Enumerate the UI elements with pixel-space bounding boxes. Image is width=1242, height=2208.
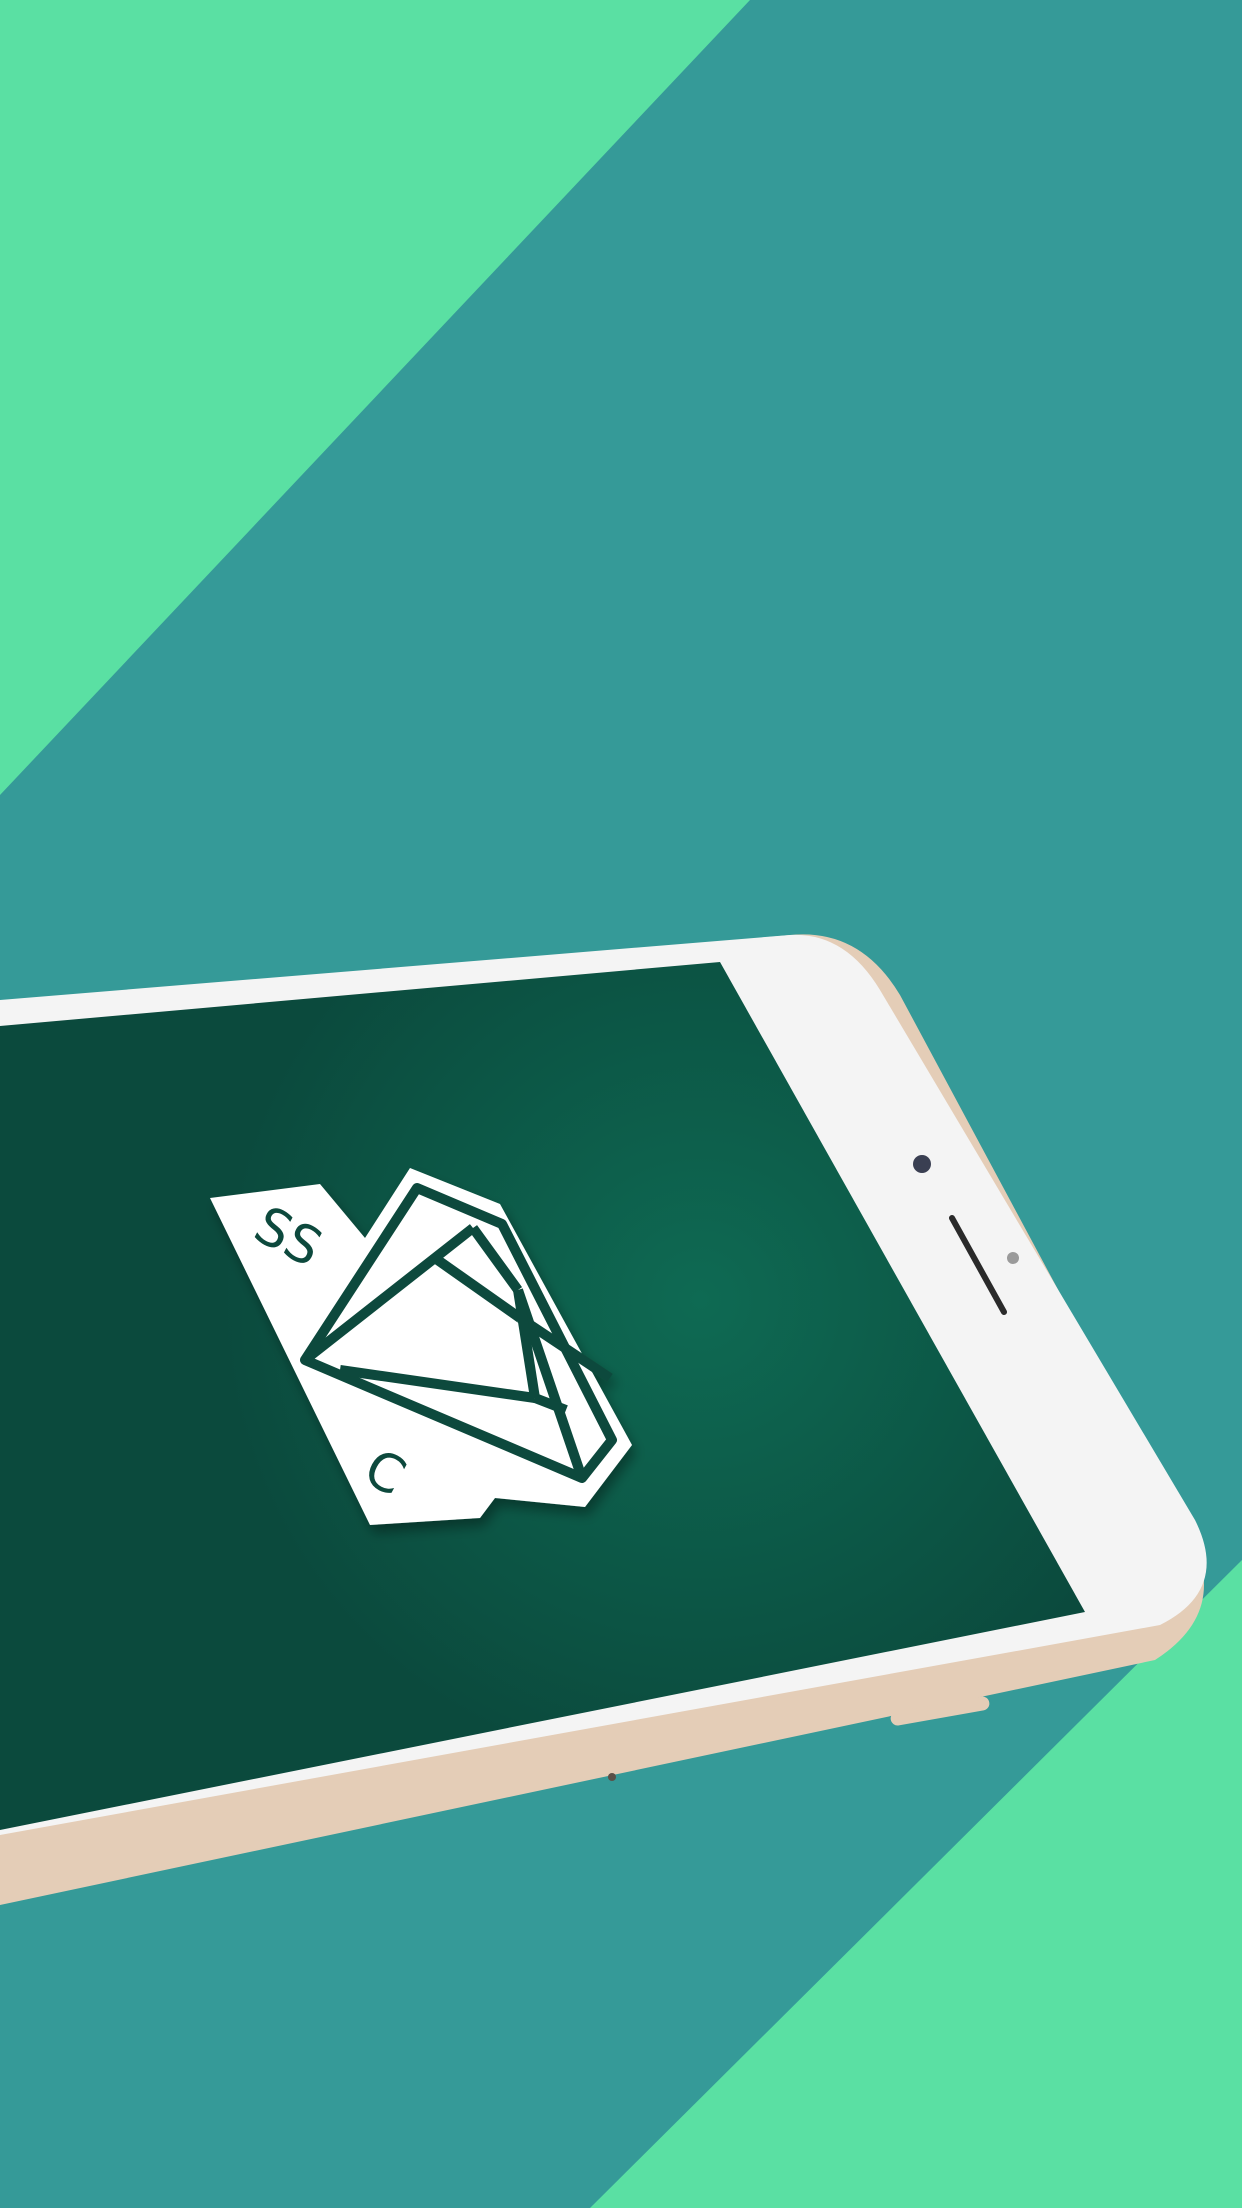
proximity-sensor — [1007, 1252, 1019, 1264]
front-camera — [913, 1155, 931, 1173]
scene-canvas: SS C — [0, 0, 1242, 2208]
promo-artwork: SS C — [0, 0, 1242, 2208]
microphone-hole — [608, 1773, 616, 1781]
